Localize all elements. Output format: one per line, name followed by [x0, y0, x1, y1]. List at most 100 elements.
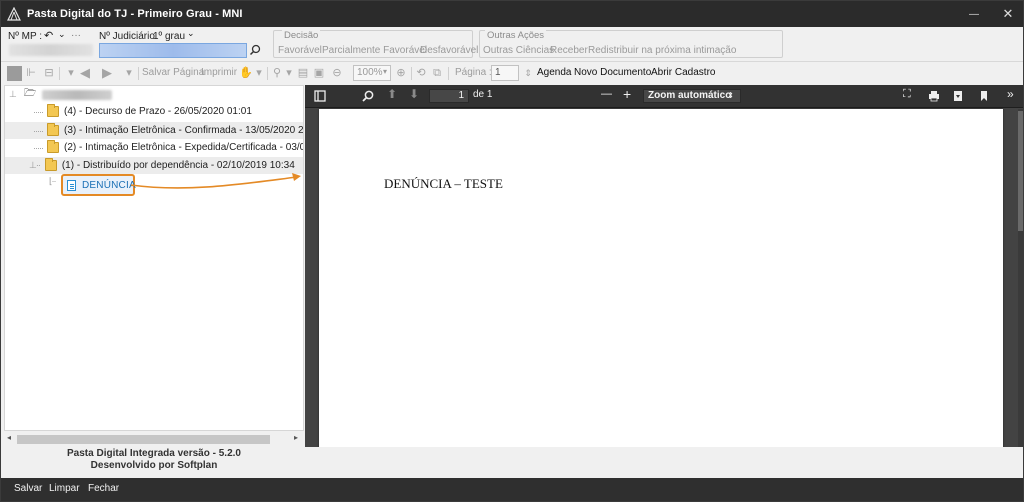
limpar-button[interactable]: Limpar: [49, 483, 80, 494]
collapse-icon[interactable]: ⊟: [43, 67, 55, 79]
copy-icon[interactable]: ⧉: [431, 67, 443, 79]
imprimir-button[interactable]: Imprimir: [201, 67, 237, 78]
zoom-mode-select[interactable]: Zoom automático ⇕: [643, 89, 741, 103]
stop-icon[interactable]: [7, 66, 22, 81]
scroll-left-icon[interactable]: ◂: [7, 433, 11, 442]
zoom-in-button[interactable]: +: [623, 86, 631, 102]
agenda-button[interactable]: Agenda: [537, 67, 571, 78]
parcialmente-favoravel-button[interactable]: Parcialmente Favorável: [322, 45, 427, 56]
abrir-cadastro-button[interactable]: Abrir Cadastro: [651, 67, 715, 78]
next-page-icon[interactable]: ⬇: [409, 87, 419, 101]
fit-page-icon[interactable]: ▣: [313, 67, 325, 79]
download-icon[interactable]: [951, 89, 965, 103]
back-icon[interactable]: ↶: [44, 29, 53, 42]
dropdown-icon[interactable]: ▾: [65, 67, 77, 79]
pdf-viewer: ⬆ ⬇ 1 de 1 — + Zoom automático ⇕ ⛶ » DEN…: [305, 85, 1023, 447]
outras-ciencias-button[interactable]: Outras Ciências: [483, 45, 554, 56]
page-number-input[interactable]: 1: [429, 89, 469, 103]
minimize-icon: —: [969, 8, 979, 20]
next-icon[interactable]: ▶: [101, 66, 113, 79]
tree-item-label: (2) - Intimação Eletrônica - Expedida/Ce…: [64, 142, 303, 153]
document-tree: ⊥ 🗁 ····· (4) - Decurso de Prazo - 26/05…: [4, 85, 304, 431]
previous-icon[interactable]: ◀: [79, 66, 91, 79]
developer-line: Desenvolvido por Softplan: [90, 460, 218, 471]
judicial-number-input[interactable]: [99, 43, 247, 58]
folder-icon: [44, 158, 57, 171]
tree-icon[interactable]: ⊩: [25, 67, 37, 79]
pagina-label: Página :: [455, 67, 492, 78]
tree-item[interactable]: ····· (4) - Decurso de Prazo - 26/05/202…: [5, 103, 303, 120]
judicial-number-label: Nº Judiciário: [99, 31, 155, 42]
page-spinner-icon[interactable]: ⇕: [522, 67, 534, 79]
mp-label: Nº MP :: [8, 31, 43, 42]
fechar-button[interactable]: Fechar: [88, 483, 119, 494]
version-info: Pasta Digital Integrada versão - 5.2.0 D…: [4, 448, 304, 472]
close-icon: ✕: [1002, 6, 1014, 21]
fit-width-icon[interactable]: ▤: [297, 67, 309, 79]
version-line: Pasta Digital Integrada versão - 5.2.0: [67, 448, 241, 459]
rotate-icon[interactable]: ⟲: [415, 67, 427, 79]
tree-item-label: (4) - Decurso de Prazo - 26/05/2020 01:0…: [64, 106, 252, 117]
bookmark-icon[interactable]: [977, 89, 991, 103]
selected-document-node[interactable]: DENÚNCIA: [61, 174, 136, 196]
sidebar-toggle-icon[interactable]: [313, 89, 327, 103]
decisao-title: Decisão: [282, 30, 321, 41]
decisao-group: Decisão Favorável Parcialmente Favorável…: [273, 30, 478, 58]
instance-chevron-icon[interactable]: ⌄: [187, 28, 195, 39]
search-icon[interactable]: [249, 44, 261, 56]
tree-root[interactable]: ⊥ 🗁: [5, 86, 303, 103]
print-icon[interactable]: [927, 89, 941, 103]
process-number-redacted: [42, 89, 113, 100]
novo-documento-button[interactable]: Novo Documento: [574, 67, 651, 78]
pagina-input[interactable]: 1: [491, 65, 519, 81]
window-title: Pasta Digital do TJ - Primeiro Grau - MN…: [27, 8, 243, 20]
app-window: Pasta Digital do TJ - Primeiro Grau - MN…: [0, 0, 1024, 502]
pdf-toolbar: ⬆ ⬇ 1 de 1 — + Zoom automático ⇕ ⛶ »: [305, 85, 1023, 108]
document-icon: [67, 179, 76, 191]
selected-document-label: DENÚNCIA: [82, 179, 136, 191]
redistribuir-button[interactable]: Redistribuir na próxima intimação: [588, 45, 736, 56]
dropdown-icon[interactable]: ▾: [283, 67, 295, 79]
scroll-thumb[interactable]: [17, 435, 270, 444]
folder-icon: [47, 104, 59, 117]
receber-button[interactable]: Receber: [550, 45, 588, 56]
zoom-value: 100%: [357, 67, 383, 78]
tree-item[interactable]: ····· (3) - Intimação Eletrônica - Confi…: [5, 122, 303, 139]
tools-icon[interactable]: »: [1007, 87, 1014, 101]
tree-horizontal-scrollbar[interactable]: ◂ ▸: [4, 433, 304, 446]
zoom-out-button[interactable]: —: [601, 88, 612, 100]
pagina-value: 1: [495, 67, 501, 78]
tree-item[interactable]: ····· (2) - Intimação Eletrônica - Exped…: [5, 139, 303, 156]
more-options[interactable]: ···: [71, 30, 81, 41]
pdf-page: DENÚNCIA – TESTE: [319, 109, 1003, 447]
bottom-action-bar: Salvar Limpar Fechar: [1, 478, 1023, 501]
hand-icon[interactable]: ✋: [239, 67, 253, 79]
scroll-right-icon[interactable]: ▸: [294, 433, 298, 442]
page-number-value: 1: [458, 90, 464, 101]
minimize-button[interactable]: —: [957, 1, 991, 27]
dropdown-icon[interactable]: ▾: [123, 67, 135, 79]
dropdown-icon[interactable]: ▾: [253, 67, 265, 79]
desfavoravel-button[interactable]: Desfavorável: [420, 45, 478, 56]
previous-page-icon[interactable]: ⬆: [387, 87, 397, 101]
zoom-mode-value: Zoom automático: [648, 90, 732, 101]
zoom-in-icon[interactable]: ⊕: [395, 67, 407, 79]
page-count: de 1: [473, 89, 493, 100]
tree-item[interactable]: ⊥·· (1) - Distribuído por dependência - …: [5, 157, 303, 174]
presentation-mode-icon[interactable]: ⛶: [903, 88, 911, 101]
close-button[interactable]: ✕: [991, 1, 1023, 27]
open-folder-icon: 🗁: [23, 88, 37, 99]
favoravel-button[interactable]: Favorável: [278, 45, 322, 56]
zoom-out-icon[interactable]: ⊖: [331, 67, 343, 79]
outras-acoes-group: Outras Ações Outras Ciências Receber Red…: [479, 30, 783, 58]
scroll-thumb[interactable]: [1018, 111, 1023, 231]
zoom-select[interactable]: 100% ▾: [353, 65, 391, 81]
salvar-button[interactable]: Salvar: [14, 483, 42, 494]
zoom-search-icon[interactable]: ⚲: [271, 67, 283, 79]
salvar-pagina-button[interactable]: Salvar Página: [142, 67, 204, 78]
chevron-down-icon[interactable]: ⌄: [58, 29, 66, 40]
folder-icon: [47, 140, 59, 153]
viewer-vertical-scrollbar[interactable]: [1018, 109, 1023, 447]
instance-select[interactable]: 1º grau: [153, 31, 185, 42]
find-icon[interactable]: [361, 89, 375, 103]
